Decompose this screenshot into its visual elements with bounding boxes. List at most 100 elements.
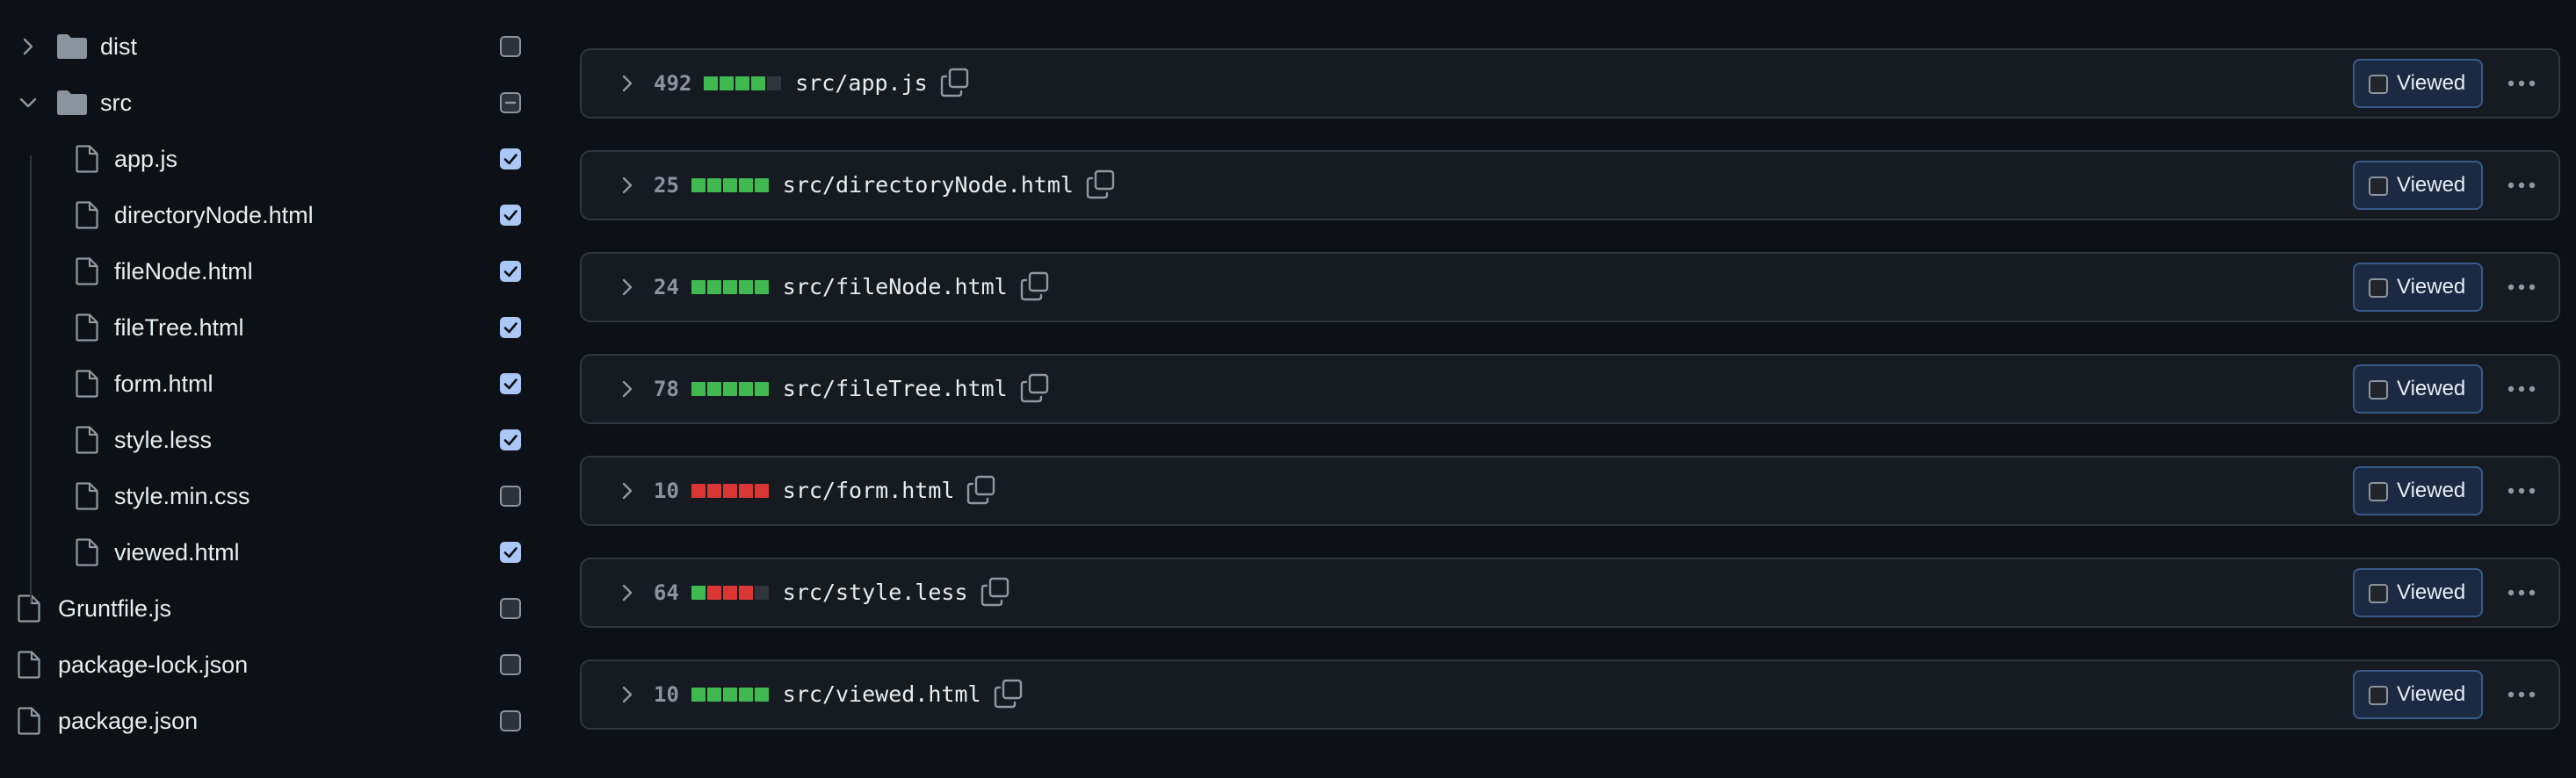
diffstat-bars (691, 382, 771, 397)
diffstat-square-add (735, 76, 750, 90)
change-count: 64 (654, 580, 679, 605)
tree-item-app-js[interactable]: app.js (0, 131, 545, 187)
tree-item-label: src (100, 90, 132, 116)
file-icon (76, 257, 98, 285)
tree-item-viewed-html[interactable]: viewed.html (0, 524, 545, 580)
tree-item-dist[interactable]: dist (0, 18, 545, 75)
tree-item-src[interactable]: src (0, 75, 545, 131)
tree-item-filetree-html[interactable]: fileTree.html (0, 299, 545, 356)
checkmark-icon (503, 322, 517, 334)
diffstat-square-add (691, 382, 706, 396)
viewed-checkbox[interactable] (500, 36, 521, 57)
file-icon (76, 482, 98, 510)
file-icon (18, 707, 40, 735)
file-path[interactable]: src/app.js (795, 50, 928, 117)
tree-item-label: fileTree.html (114, 314, 244, 341)
viewed-checkbox[interactable] (2369, 75, 2388, 94)
copy-icon (1086, 169, 1115, 199)
diffstat-square-del (738, 586, 753, 600)
file-path[interactable]: src/fileTree.html (783, 356, 1008, 422)
chevron-right-icon (622, 686, 633, 703)
tree-item-label: Gruntfile.js (58, 595, 172, 622)
viewed-button[interactable]: Viewed (2353, 568, 2483, 617)
viewed-checkbox[interactable] (500, 92, 521, 113)
viewed-checkbox[interactable] (2369, 176, 2388, 196)
tree-item-package-lock-json[interactable]: package-lock.json (0, 637, 545, 693)
viewed-checkbox[interactable] (2369, 278, 2388, 298)
tree-item-gruntfile-js[interactable]: Gruntfile.js (0, 580, 545, 637)
viewed-label: Viewed (2397, 173, 2466, 197)
tree-item-style-less[interactable]: style.less (0, 412, 545, 468)
tree-item-label: app.js (114, 146, 178, 172)
tree-item-directorynode-html[interactable]: directoryNode.html (0, 187, 545, 243)
tree-item-filenode-html[interactable]: fileNode.html (0, 243, 545, 299)
diff-file-header: 64 src/style.less Viewed (580, 558, 2560, 628)
viewed-checkbox[interactable] (500, 710, 521, 731)
viewed-checkbox[interactable] (500, 373, 521, 394)
viewed-checkbox[interactable] (500, 261, 521, 282)
diffstat-square-add (722, 178, 737, 192)
viewed-button[interactable]: Viewed (2353, 466, 2483, 515)
file-path[interactable]: src/form.html (783, 457, 955, 524)
viewed-checkbox[interactable] (500, 317, 521, 338)
viewed-button[interactable]: Viewed (2353, 670, 2483, 719)
file-path[interactable]: src/style.less (783, 559, 968, 626)
diffstat-square-add (722, 382, 737, 396)
diffstat-square-neutral (754, 586, 769, 600)
viewed-checkbox[interactable] (500, 542, 521, 563)
diffstat-square-del (706, 586, 721, 600)
copy-icon (980, 577, 1009, 607)
copy-icon (1020, 373, 1048, 403)
viewed-checkbox[interactable] (2369, 686, 2388, 705)
checkmark-icon (503, 266, 517, 277)
viewed-checkbox[interactable] (500, 654, 521, 675)
diffstat-square-add (754, 178, 769, 192)
diffstat-square-del (691, 484, 706, 498)
file-path[interactable]: src/fileNode.html (783, 254, 1008, 321)
viewed-checkbox[interactable] (500, 148, 521, 169)
file-icon (76, 538, 98, 566)
diffstat-bars (691, 586, 771, 601)
tree-item-label: style.min.css (114, 483, 250, 509)
kebab-horizontal-icon (2507, 589, 2536, 596)
chevron-right-icon (622, 278, 633, 296)
diffstat-square-add (754, 280, 769, 294)
file-tree: dist src app.js directoryNode.html fileNode.… (0, 18, 545, 749)
copy-icon (940, 68, 968, 97)
viewed-checkbox[interactable] (2369, 380, 2388, 400)
diffstat-square-add (754, 688, 769, 702)
viewed-checkbox[interactable] (500, 429, 521, 450)
file-icon (76, 313, 98, 342)
tree-item-form-html[interactable]: form.html (0, 356, 545, 412)
diffstat-square-del (722, 484, 737, 498)
file-icon (76, 370, 98, 398)
diffstat-square-neutral (767, 76, 782, 90)
viewed-checkbox[interactable] (2369, 584, 2388, 603)
change-count: 492 (654, 71, 692, 96)
kebab-horizontal-icon (2507, 691, 2536, 698)
viewed-button[interactable]: Viewed (2353, 263, 2483, 312)
tree-item-label: directoryNode.html (114, 202, 314, 228)
chevron-right-icon (23, 38, 33, 55)
diffstat-square-add (691, 178, 706, 192)
checkmark-icon (503, 154, 517, 165)
viewed-button[interactable]: Viewed (2353, 161, 2483, 210)
viewed-button[interactable]: Viewed (2353, 364, 2483, 414)
viewed-checkbox[interactable] (500, 598, 521, 619)
kebab-horizontal-icon (2507, 385, 2536, 393)
viewed-checkbox[interactable] (2369, 482, 2388, 501)
diffstat-square-add (751, 76, 766, 90)
kebab-horizontal-icon (2507, 182, 2536, 189)
viewed-label: Viewed (2397, 71, 2466, 95)
file-path[interactable]: src/directoryNode.html (783, 152, 1074, 219)
viewed-checkbox[interactable] (500, 205, 521, 226)
tree-item-label: form.html (114, 371, 213, 397)
viewed-button[interactable]: Viewed (2353, 59, 2483, 108)
viewed-checkbox[interactable] (500, 486, 521, 507)
tree-item-style-min-css[interactable]: style.min.css (0, 468, 545, 524)
file-path[interactable]: src/viewed.html (783, 661, 981, 728)
checkmark-icon (503, 210, 517, 221)
diffstat-square-del (706, 484, 721, 498)
tree-item-package-json[interactable]: package.json (0, 693, 545, 749)
chevron-down-icon (19, 97, 37, 108)
